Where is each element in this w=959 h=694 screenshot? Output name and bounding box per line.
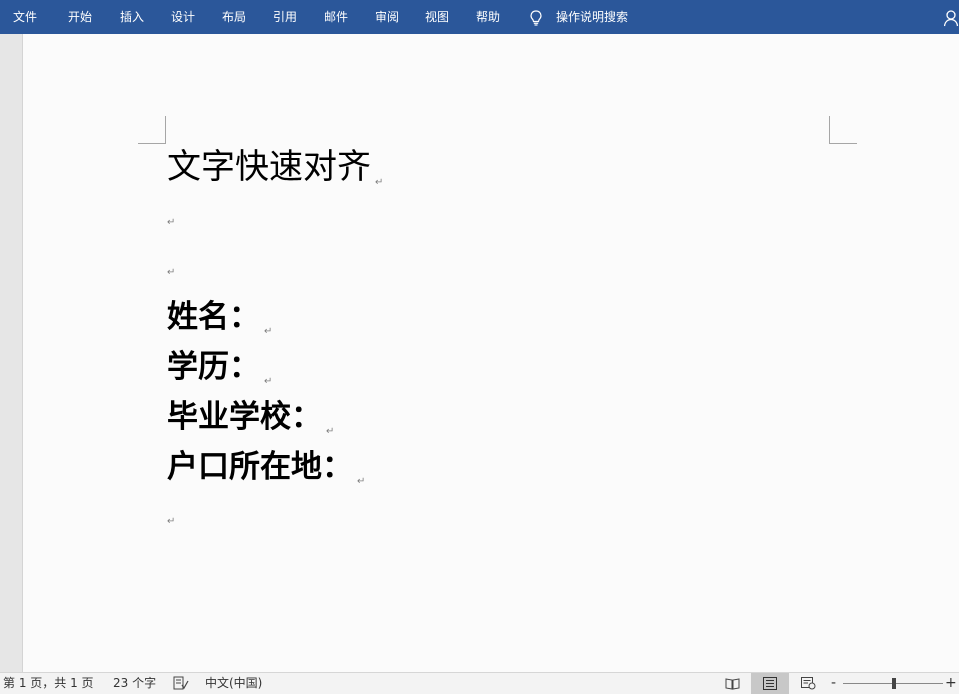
account-icon[interactable] bbox=[944, 9, 959, 27]
margin-corner-top-left bbox=[138, 116, 166, 144]
field-school[interactable]: 毕业学校： ↵ bbox=[167, 396, 334, 438]
field-name[interactable]: 姓名： ↵ bbox=[167, 296, 272, 338]
paragraph-mark: ↵ bbox=[264, 326, 273, 337]
read-mode-button[interactable] bbox=[713, 673, 751, 694]
lightbulb-icon[interactable] bbox=[529, 10, 543, 26]
web-layout-icon bbox=[801, 677, 816, 690]
tab-design[interactable]: 设计 bbox=[171, 0, 195, 34]
empty-paragraph-mark: ↵ bbox=[167, 217, 176, 228]
tab-view[interactable]: 视图 bbox=[425, 0, 449, 34]
field-label: 户口所在地： bbox=[167, 449, 353, 485]
tab-home[interactable]: 开始 bbox=[68, 0, 92, 34]
print-layout-icon bbox=[763, 677, 777, 690]
read-mode-icon bbox=[725, 678, 740, 690]
tab-review[interactable]: 审阅 bbox=[375, 0, 399, 34]
vertical-ruler bbox=[0, 34, 23, 672]
tab-insert[interactable]: 插入 bbox=[120, 0, 144, 34]
field-label: 毕业学校： bbox=[167, 399, 322, 435]
document-page[interactable]: 文字快速对齐 ↵ ↵ ↵ 姓名： ↵ 学历： ↵ 毕业学校： ↵ 户口所在地： ↵ ↵ bbox=[23, 34, 959, 672]
paragraph-mark: ↵ bbox=[264, 376, 273, 387]
empty-paragraph-mark: ↵ bbox=[167, 516, 176, 527]
paragraph-mark: ↵ bbox=[357, 476, 366, 487]
tab-mailings[interactable]: 邮件 bbox=[324, 0, 348, 34]
proofing-icon[interactable] bbox=[173, 676, 189, 690]
margin-corner-top-right bbox=[829, 116, 857, 144]
field-label: 学历： bbox=[167, 349, 260, 385]
print-layout-button[interactable] bbox=[751, 673, 789, 694]
tab-help[interactable]: 帮助 bbox=[476, 0, 500, 34]
zoom-slider-thumb[interactable] bbox=[892, 678, 896, 689]
zoom-in-button[interactable]: + bbox=[945, 673, 957, 694]
language-indicator[interactable]: 中文(中国) bbox=[205, 673, 262, 694]
tab-layout[interactable]: 布局 bbox=[222, 0, 246, 34]
field-label: 姓名： bbox=[167, 299, 260, 335]
zoom-out-button[interactable]: - bbox=[831, 673, 836, 694]
field-residence[interactable]: 户口所在地： ↵ bbox=[167, 446, 365, 488]
tell-me-search[interactable]: 操作说明搜索 bbox=[556, 0, 628, 34]
paragraph-mark: ↵ bbox=[375, 177, 384, 188]
word-count[interactable]: 23 个字 bbox=[113, 673, 156, 694]
document-title[interactable]: 文字快速对齐 ↵ bbox=[167, 145, 383, 189]
paragraph-mark: ↵ bbox=[326, 426, 335, 437]
tab-references[interactable]: 引用 bbox=[273, 0, 297, 34]
ribbon-tab-bar: 文件 开始 插入 设计 布局 引用 邮件 审阅 视图 帮助 操作说明搜索 bbox=[0, 0, 959, 34]
field-education[interactable]: 学历： ↵ bbox=[167, 346, 272, 388]
tab-file[interactable]: 文件 bbox=[13, 0, 37, 34]
empty-paragraph-mark: ↵ bbox=[167, 267, 176, 278]
web-layout-button[interactable] bbox=[789, 673, 827, 694]
status-bar: 第 1 页，共 1 页 23 个字 中文(中国) - + bbox=[0, 672, 959, 694]
page-count[interactable]: 第 1 页，共 1 页 bbox=[3, 673, 94, 694]
document-title-text: 文字快速对齐 bbox=[167, 147, 371, 187]
